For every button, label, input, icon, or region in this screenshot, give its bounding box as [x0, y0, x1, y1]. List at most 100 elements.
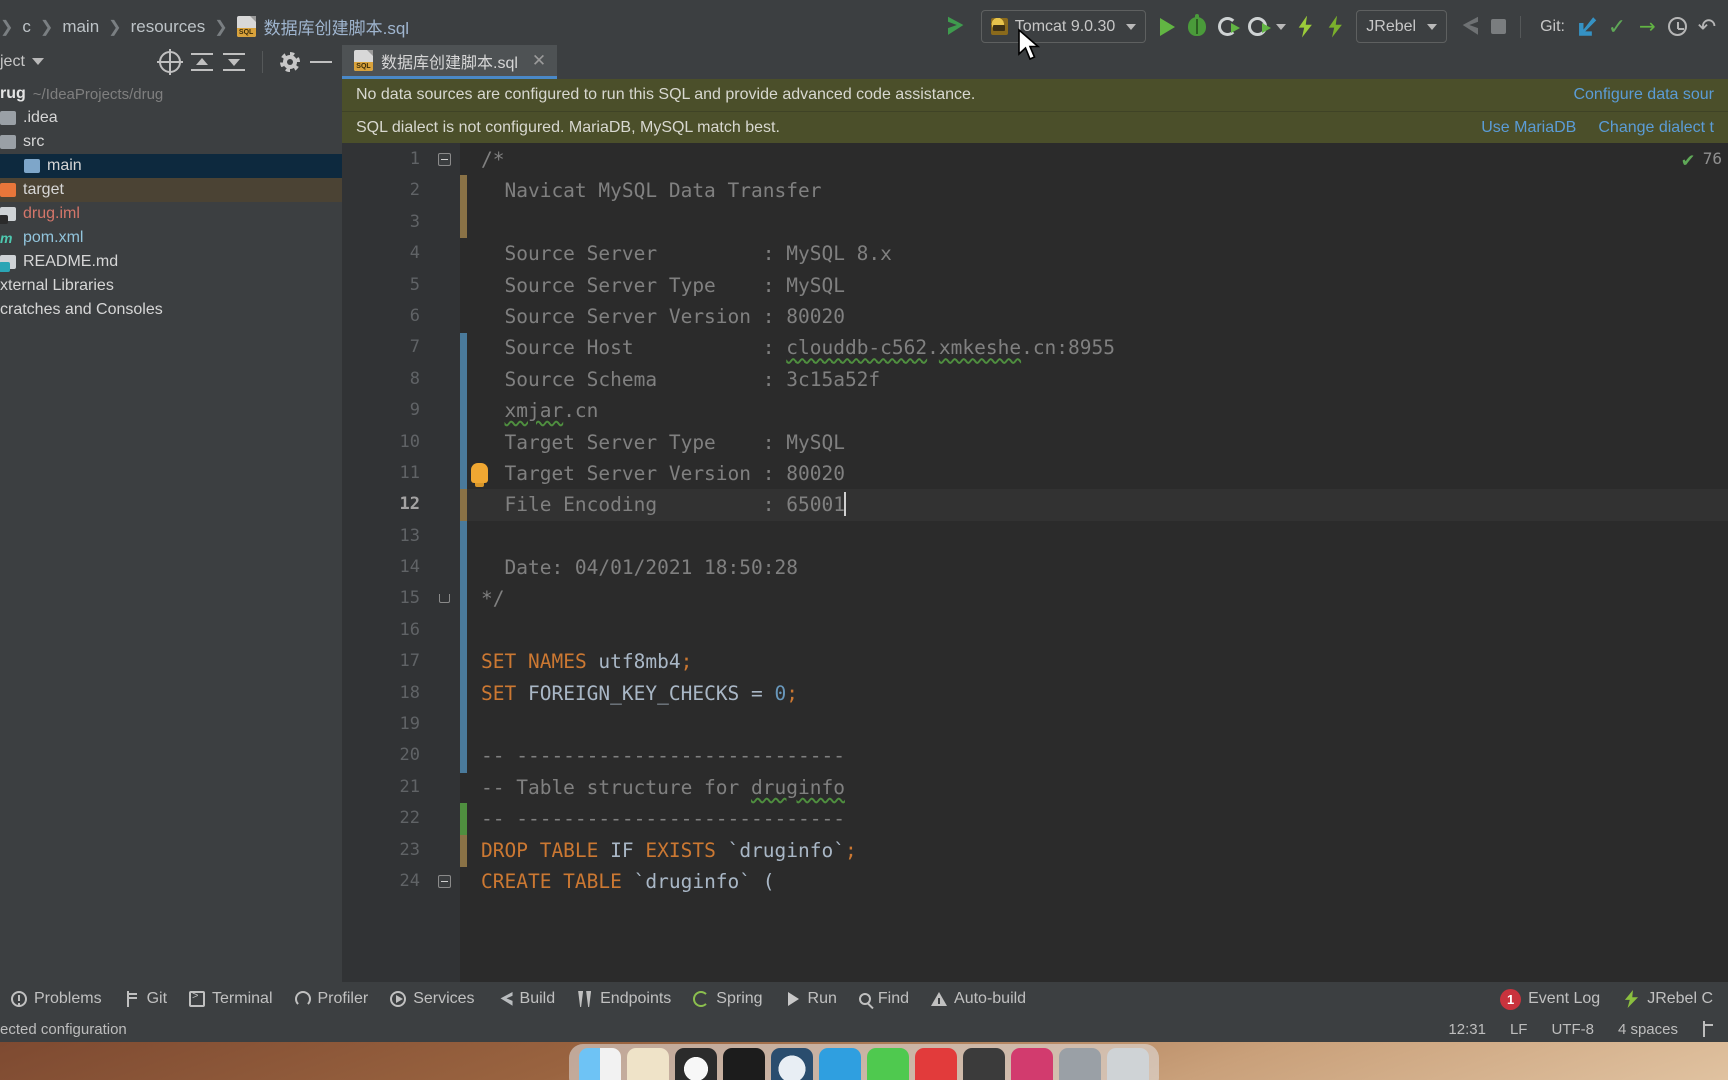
change-dialect-link[interactable]: Change dialect t: [1598, 119, 1714, 137]
code-line[interactable]: SET NAMES utf8mb4;: [467, 646, 1728, 677]
code-line[interactable]: Navicat MySQL Data Transfer: [467, 175, 1728, 206]
file-encoding[interactable]: UTF-8: [1551, 1021, 1594, 1038]
git-update-project-button[interactable]: [1572, 9, 1602, 45]
tool-window-profiler[interactable]: Profiler: [284, 990, 380, 1008]
jrebel-run-button[interactable]: [1453, 9, 1483, 45]
profile-dropdown-button[interactable]: [1272, 9, 1290, 45]
dock-icon-wechat[interactable]: [867, 1048, 909, 1080]
stop-button[interactable]: [1483, 9, 1513, 45]
code-line[interactable]: SET FOREIGN_KEY_CHECKS = 0;: [467, 678, 1728, 709]
code-line[interactable]: DROP TABLE IF EXISTS `druginfo`;: [467, 835, 1728, 866]
dock-icon-photoshop[interactable]: [1011, 1048, 1053, 1080]
jrebel-selector[interactable]: JRebel: [1356, 10, 1448, 43]
code-line[interactable]: -- ----------------------------: [467, 803, 1728, 834]
code-text-area[interactable]: ✔ 76 /* Navicat MySQL Data Transfer Sour…: [467, 143, 1728, 982]
project-tree[interactable]: rug ~/IdeaProjects/drug .idea src main t…: [0, 80, 342, 982]
fold-collapse-icon[interactable]: [438, 874, 451, 888]
code-editor[interactable]: 1 2 3 4 5 6 7 8 9 10 11 12 13 14 15 16 17 18 19 20 21 22 23 24 …: [342, 143, 1728, 982]
code-line[interactable]: [467, 709, 1728, 740]
project-panel-title[interactable]: ject: [0, 53, 44, 71]
tool-window-run[interactable]: Run: [774, 990, 848, 1008]
tree-item-src[interactable]: src: [0, 130, 342, 154]
line-separator[interactable]: LF: [1510, 1021, 1528, 1038]
dock-icon-trash[interactable]: [1107, 1048, 1149, 1080]
settings-gear-icon[interactable]: [280, 51, 300, 72]
build-project-button[interactable]: [945, 9, 975, 45]
dock-icon-notes[interactable]: [963, 1048, 1005, 1080]
code-line[interactable]: Source Server Type : MySQL: [467, 270, 1728, 301]
code-line[interactable]: Source Host : clouddb-c562.xmkeshe.cn:89…: [467, 332, 1728, 363]
code-line[interactable]: Target Server Type : MySQL: [467, 427, 1728, 458]
run-button[interactable]: [1152, 9, 1182, 45]
close-icon[interactable]: ✕: [532, 51, 546, 71]
code-line[interactable]: Date: 04/01/2021 18:50:28: [467, 552, 1728, 583]
breadcrumb-item-2[interactable]: resources: [122, 17, 215, 37]
git-history-button[interactable]: [1662, 9, 1692, 45]
dock-icon-settings[interactable]: [1059, 1048, 1101, 1080]
tree-item-project-root[interactable]: rug ~/IdeaProjects/drug: [0, 82, 342, 106]
code-line[interactable]: /*: [467, 144, 1728, 175]
dock-icon-terminal[interactable]: [723, 1048, 765, 1080]
dock-icon-browser[interactable]: [771, 1048, 813, 1080]
fold-end-icon[interactable]: [439, 594, 450, 604]
tool-window-find[interactable]: Find: [848, 990, 920, 1008]
code-line[interactable]: Source Schema : 3c15a52f: [467, 364, 1728, 395]
tool-window-problems[interactable]: Problems: [0, 990, 113, 1008]
profile-button[interactable]: [1242, 9, 1272, 45]
code-line[interactable]: [467, 615, 1728, 646]
event-log-button[interactable]: 1 Event Log: [1489, 988, 1611, 1010]
code-line[interactable]: [467, 207, 1728, 238]
dock-icon-mail[interactable]: [819, 1048, 861, 1080]
select-opened-file-icon[interactable]: [157, 48, 183, 75]
code-line[interactable]: CREATE TABLE `druginfo` (: [467, 866, 1728, 897]
tree-item-readme-md[interactable]: README.md: [0, 250, 342, 274]
expand-all-icon[interactable]: [191, 51, 213, 73]
debug-button[interactable]: [1182, 9, 1212, 45]
intention-bulb-icon[interactable]: [471, 463, 488, 487]
breadcrumb-item-0[interactable]: c: [13, 17, 40, 37]
tool-window-terminal[interactable]: Terminal: [178, 990, 283, 1008]
run-with-coverage-button[interactable]: [1212, 9, 1242, 45]
tree-item-drug-iml[interactable]: drug.iml: [0, 202, 342, 226]
update-running-application-button[interactable]: [1290, 9, 1320, 45]
code-line[interactable]: */: [467, 583, 1728, 614]
git-push-button[interactable]: ↗: [1632, 9, 1662, 45]
dock-icon-music[interactable]: [915, 1048, 957, 1080]
dock-icon-finder[interactable]: [579, 1048, 621, 1080]
run-configuration-selector[interactable]: Tomcat 9.0.30: [980, 10, 1147, 43]
dock-icon-safari[interactable]: [675, 1048, 717, 1080]
code-line[interactable]: xmjar.cn: [467, 395, 1728, 426]
code-folding-gutter[interactable]: [434, 143, 460, 982]
caret-position[interactable]: 12:31: [1448, 1021, 1486, 1038]
tree-item-target[interactable]: target: [0, 178, 342, 202]
editor-tab-sql-script[interactable]: 数据库创建脚本.sql ✕: [342, 45, 558, 79]
code-line[interactable]: -- ----------------------------: [467, 740, 1728, 771]
tool-window-spring[interactable]: Spring: [682, 990, 773, 1008]
git-rollback-button[interactable]: ↶: [1692, 9, 1722, 45]
code-line[interactable]: Source Server : MySQL 8.x: [467, 238, 1728, 269]
dock-icon-launchpad[interactable]: [627, 1048, 669, 1080]
tool-window-git[interactable]: Git: [113, 990, 178, 1008]
git-commit-button[interactable]: ✓: [1602, 9, 1632, 45]
indent-setting[interactable]: 4 spaces: [1618, 1021, 1678, 1038]
inspection-ok-icon[interactable]: ✔: [1682, 147, 1694, 171]
tool-window-endpoints[interactable]: Endpoints: [566, 990, 682, 1008]
code-line[interactable]: Target Server Version : 80020: [467, 458, 1728, 489]
macos-dock[interactable]: [569, 1044, 1159, 1080]
code-line[interactable]: Source Server Version : 80020: [467, 301, 1728, 332]
jrebel-status-button[interactable]: JRebel C: [1611, 990, 1724, 1008]
git-branch-icon[interactable]: [1702, 1021, 1716, 1037]
tool-window-build[interactable]: Build: [486, 990, 567, 1008]
tree-item-idea[interactable]: .idea: [0, 106, 342, 130]
hide-panel-icon[interactable]: [310, 51, 332, 73]
tree-item-scratches-and-consoles[interactable]: cratches and Consoles: [0, 298, 342, 322]
tree-item-pom-xml[interactable]: m pom.xml: [0, 226, 342, 250]
tool-window-auto-build[interactable]: Auto-build: [920, 990, 1037, 1008]
tree-item-external-libraries[interactable]: xternal Libraries: [0, 274, 342, 298]
tool-window-services[interactable]: Services: [379, 990, 485, 1008]
fold-collapse-icon[interactable]: [438, 153, 451, 166]
breadcrumb-item-3[interactable]: 数据库创建脚本.sql: [228, 14, 418, 39]
tree-item-main[interactable]: main: [0, 154, 342, 178]
collapse-all-icon[interactable]: [223, 51, 245, 73]
breadcrumb-item-1[interactable]: main: [53, 17, 108, 37]
